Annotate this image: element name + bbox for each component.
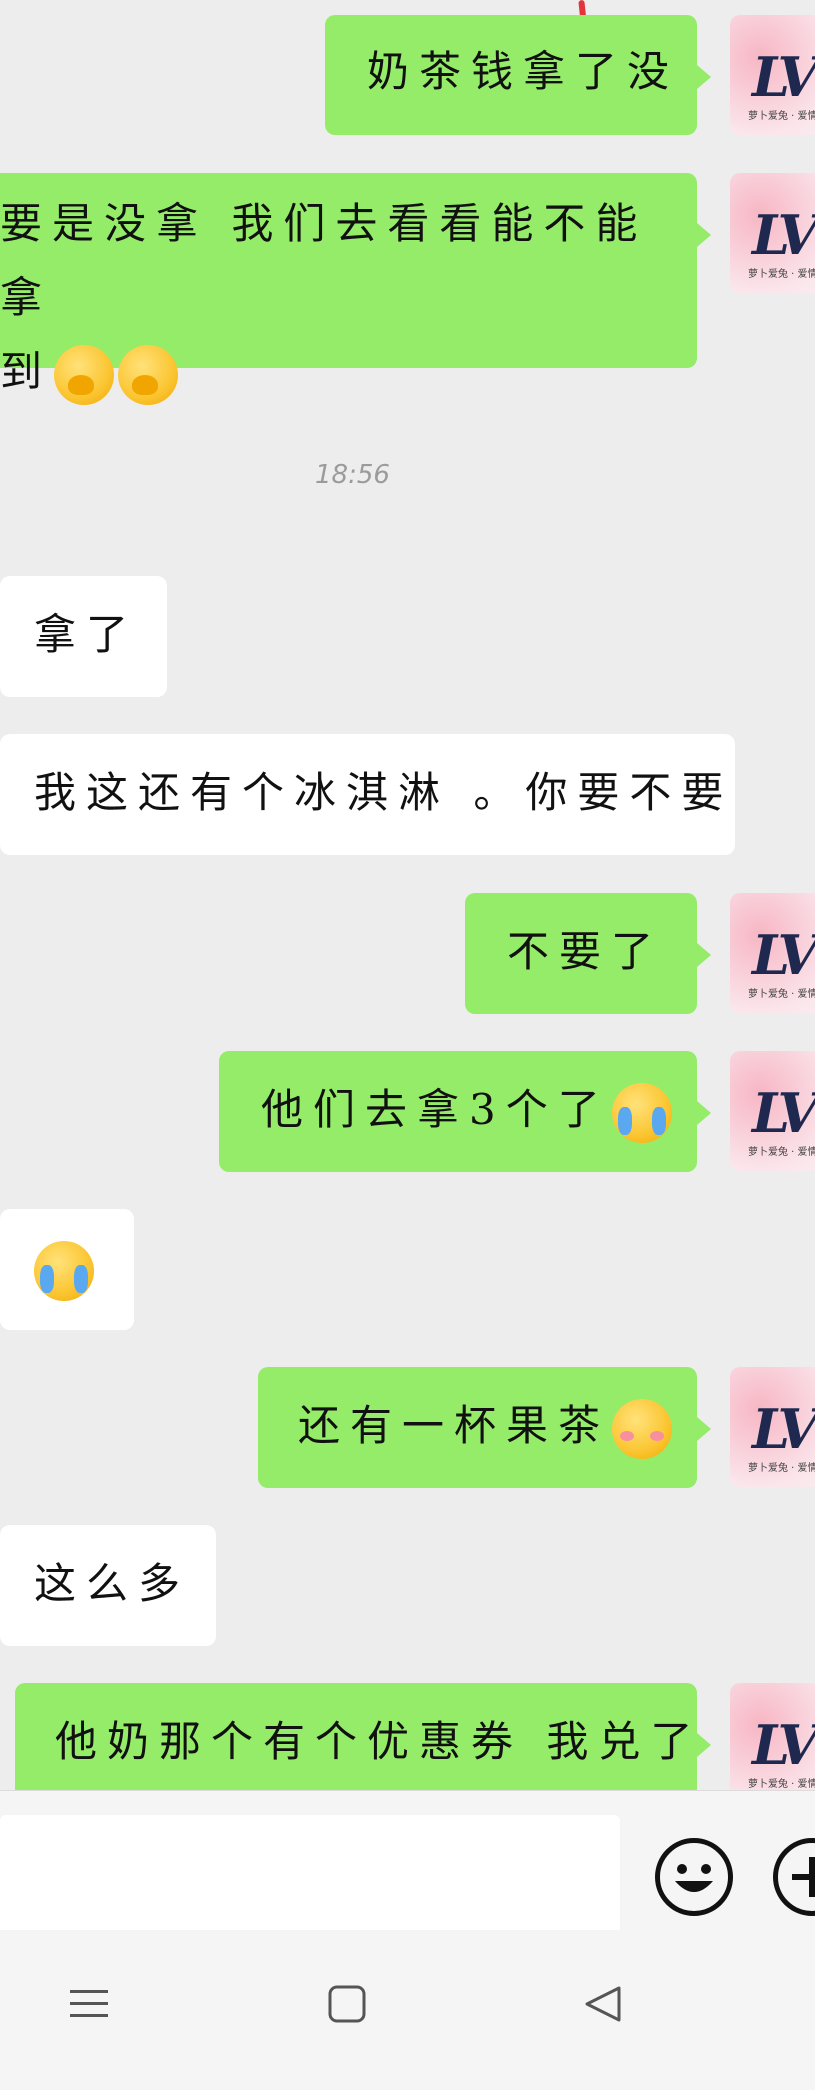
- message-bubble-outgoing[interactable]: 他奶那个有个优惠券 我兑了: [15, 1683, 711, 1790]
- system-nav-bar: [0, 1930, 815, 2090]
- message-bubble-incoming[interactable]: 这么多: [0, 1525, 216, 1646]
- chat-area: 奶茶钱拿了没 LV 萝卜爱兔 · 爱情 要是没拿 我们去看看能不能拿 到 LV …: [0, 0, 815, 1790]
- message-text: 还有一杯果茶: [298, 1401, 611, 1450]
- message-text: 他奶那个有个优惠券 我兑了: [55, 1717, 703, 1766]
- hand-over-mouth-emoji: [118, 345, 179, 405]
- avatar-logo-text: LV: [752, 45, 815, 109]
- avatar[interactable]: LV 萝卜爱兔 · 爱情: [730, 1367, 815, 1487]
- shy-smile-emoji: [612, 1399, 673, 1459]
- avatar-caption: 萝卜爱兔 · 爱情: [748, 269, 815, 280]
- avatar[interactable]: LV 萝卜爱兔 · 爱情: [730, 173, 815, 293]
- avatar-logo-text: LV: [752, 1713, 815, 1777]
- avatar-logo-text: LV: [752, 923, 815, 987]
- message-bubble-incoming[interactable]: [0, 1209, 134, 1330]
- message-text-line: 要是没拿 我们去看看能不能拿: [0, 199, 648, 322]
- avatar-caption: 萝卜爱兔 · 爱情: [748, 989, 815, 1000]
- message-text: 这么多: [34, 1559, 191, 1608]
- message-input[interactable]: [0, 1815, 620, 1935]
- message-timestamp: 18:56: [315, 460, 390, 490]
- message-bubble-outgoing[interactable]: 要是没拿 我们去看看能不能拿 到: [0, 173, 711, 405]
- menu-icon[interactable]: [70, 1984, 110, 2024]
- home-square-icon[interactable]: [327, 1984, 367, 2024]
- avatar[interactable]: LV 萝卜爱兔 · 爱情: [730, 893, 815, 1013]
- avatar-logo-text: LV: [752, 1397, 815, 1461]
- crying-laughing-emoji: [34, 1241, 94, 1301]
- back-triangle-icon[interactable]: [583, 1984, 623, 2024]
- avatar-logo-text: LV: [752, 1081, 815, 1145]
- avatar-logo-text: LV: [752, 203, 815, 267]
- message-text: 不要了: [507, 927, 664, 976]
- message-text: 奶茶钱拿了没: [367, 47, 680, 96]
- hand-over-mouth-emoji: [54, 345, 115, 405]
- crying-laughing-emoji: [611, 1083, 672, 1143]
- avatar[interactable]: LV 萝卜爱兔 · 爱情: [730, 1683, 815, 1790]
- message-bubble-incoming[interactable]: 拿了: [0, 576, 167, 697]
- message-bubble-outgoing[interactable]: 奶茶钱拿了没: [325, 15, 711, 135]
- message-bubble-outgoing[interactable]: 还有一杯果茶: [258, 1367, 711, 1488]
- input-bar: [0, 1790, 815, 1935]
- avatar-caption: 萝卜爱兔 · 爱情: [748, 1779, 815, 1790]
- avatar[interactable]: LV 萝卜爱兔 · 爱情: [730, 1051, 815, 1171]
- message-bubble-outgoing[interactable]: 他们去拿3个了: [219, 1051, 711, 1172]
- message-bubble-outgoing[interactable]: 不要了: [465, 893, 711, 1014]
- avatar-caption: 萝卜爱兔 · 爱情: [748, 111, 815, 122]
- message-text: 我这还有个冰淇淋 。你要不要: [34, 768, 734, 817]
- plus-icon[interactable]: [773, 1838, 815, 1916]
- message-text: 他们去拿3个了: [261, 1085, 610, 1134]
- avatar-caption: 萝卜爱兔 · 爱情: [748, 1463, 815, 1474]
- avatar[interactable]: LV 萝卜爱兔 · 爱情: [730, 15, 815, 135]
- message-text-line: 到: [0, 347, 53, 396]
- avatar-caption: 萝卜爱兔 · 爱情: [748, 1147, 815, 1158]
- smiley-face-icon[interactable]: [655, 1838, 733, 1916]
- message-bubble-incoming[interactable]: 我这还有个冰淇淋 。你要不要: [0, 734, 735, 855]
- message-text: 拿了: [34, 610, 139, 659]
